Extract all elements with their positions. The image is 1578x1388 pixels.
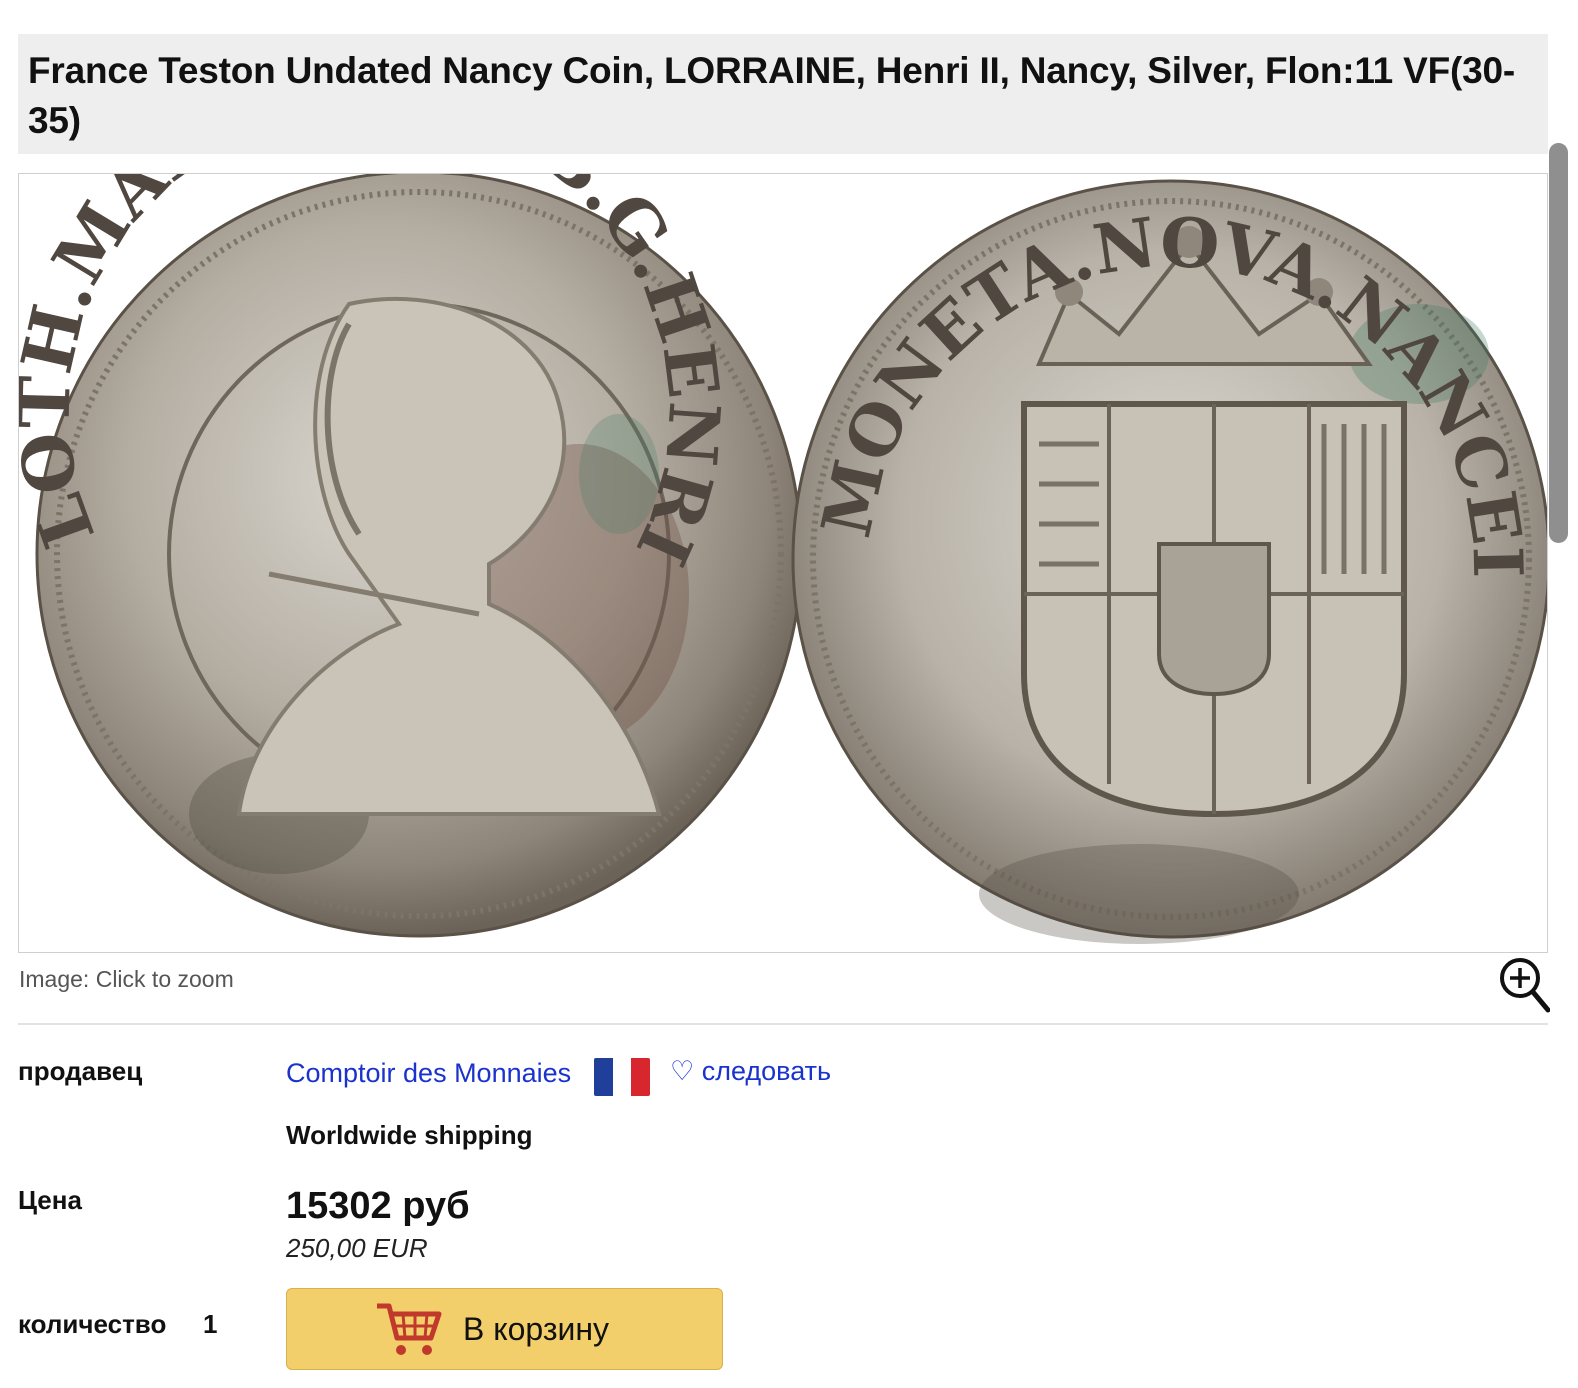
quantity-value[interactable]: 1 [203, 1309, 217, 1340]
divider [18, 1023, 1548, 1025]
image-caption: Image: Click to zoom [19, 966, 234, 992]
french-flag-icon [594, 1058, 650, 1096]
add-to-cart-button[interactable]: В корзину [286, 1288, 723, 1370]
product-image[interactable]: LOTH.MAR.CH.D.C.B.G.HENRICUS [18, 173, 1548, 953]
add-to-cart-label: В корзину [463, 1310, 610, 1347]
title-bar: France Teston Undated Nancy Coin, LORRAI… [18, 34, 1548, 154]
seller-name-link[interactable]: Comptoir des Monnaies [286, 1058, 571, 1089]
price-main: 15302 руб [286, 1185, 470, 1227]
scrollbar[interactable] [1549, 143, 1568, 543]
quantity-label: количество [18, 1309, 167, 1339]
seller-label: продавец [18, 1056, 143, 1086]
price-label: Цена [18, 1185, 82, 1215]
coin-obverse: LOTH.MAR.CH.D.C.B.G.HENRICUS [19, 174, 803, 938]
cart-icon [377, 1303, 442, 1355]
follow-button[interactable]: ♡ следовать [670, 1056, 831, 1087]
product-title: France Teston Undated Nancy Coin, LORRAI… [28, 50, 1516, 141]
price-secondary: 250,00 EUR [286, 1233, 428, 1263]
shipping-info: Worldwide shipping [286, 1120, 533, 1150]
zoom-in-icon[interactable] [1498, 956, 1550, 1014]
